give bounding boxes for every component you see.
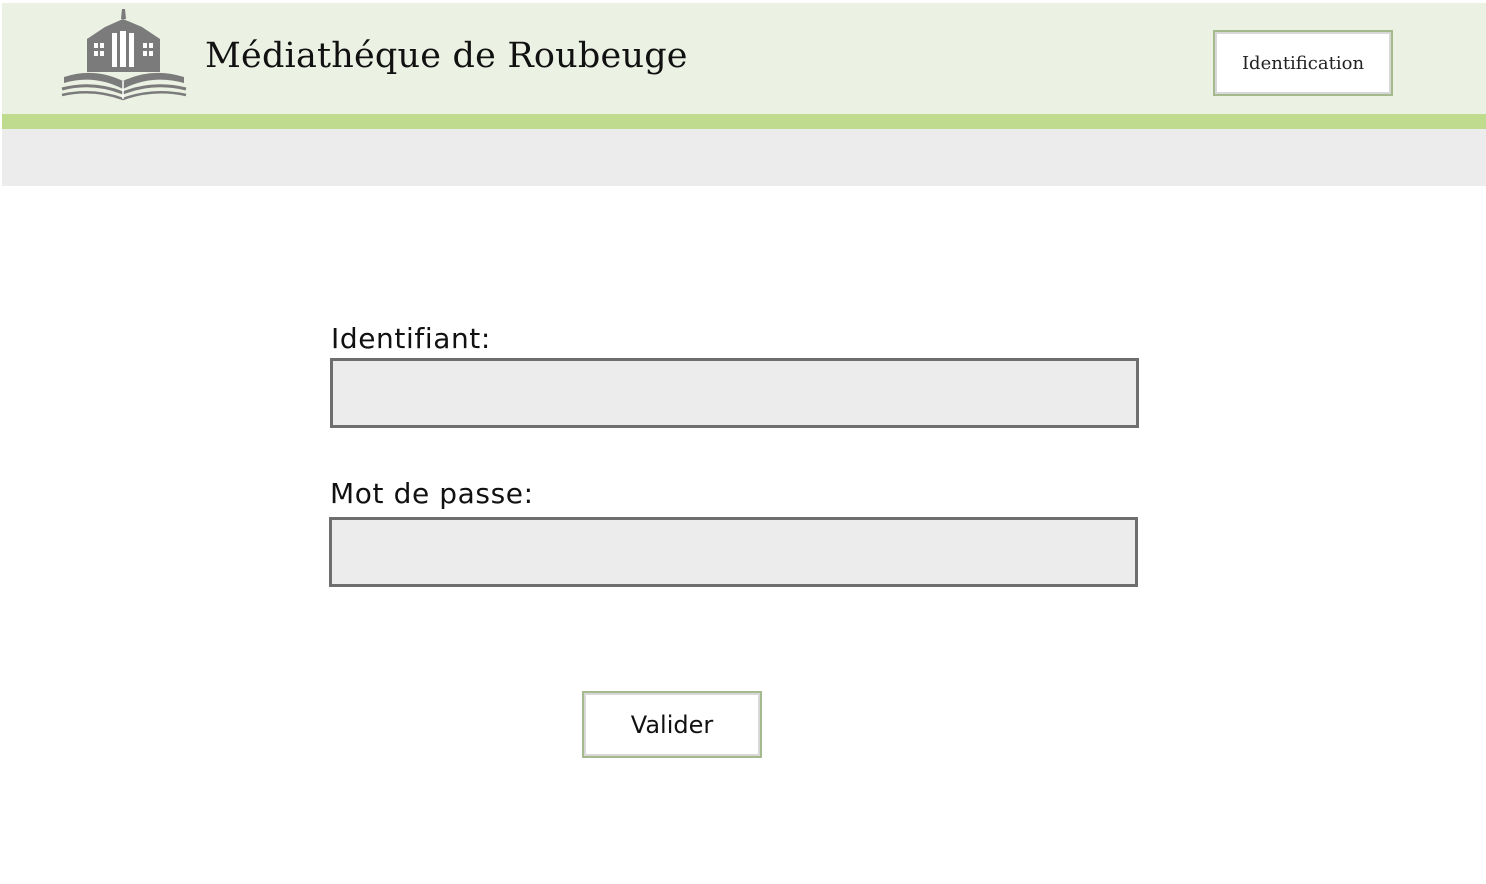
site-header: Médiathéque de Roubeuge Identification (2, 3, 1486, 114)
accent-band (2, 114, 1486, 129)
library-logo-icon (61, 9, 187, 101)
validate-button[interactable]: Valider (582, 691, 762, 758)
username-label: Identifiant: (331, 322, 491, 355)
site-title: Médiathéque de Roubeuge (205, 36, 688, 76)
username-input[interactable] (330, 358, 1139, 428)
password-input[interactable] (329, 517, 1138, 587)
identification-button[interactable]: Identification (1213, 30, 1393, 96)
nav-band (2, 129, 1486, 186)
password-label: Mot de passe: (330, 477, 534, 510)
